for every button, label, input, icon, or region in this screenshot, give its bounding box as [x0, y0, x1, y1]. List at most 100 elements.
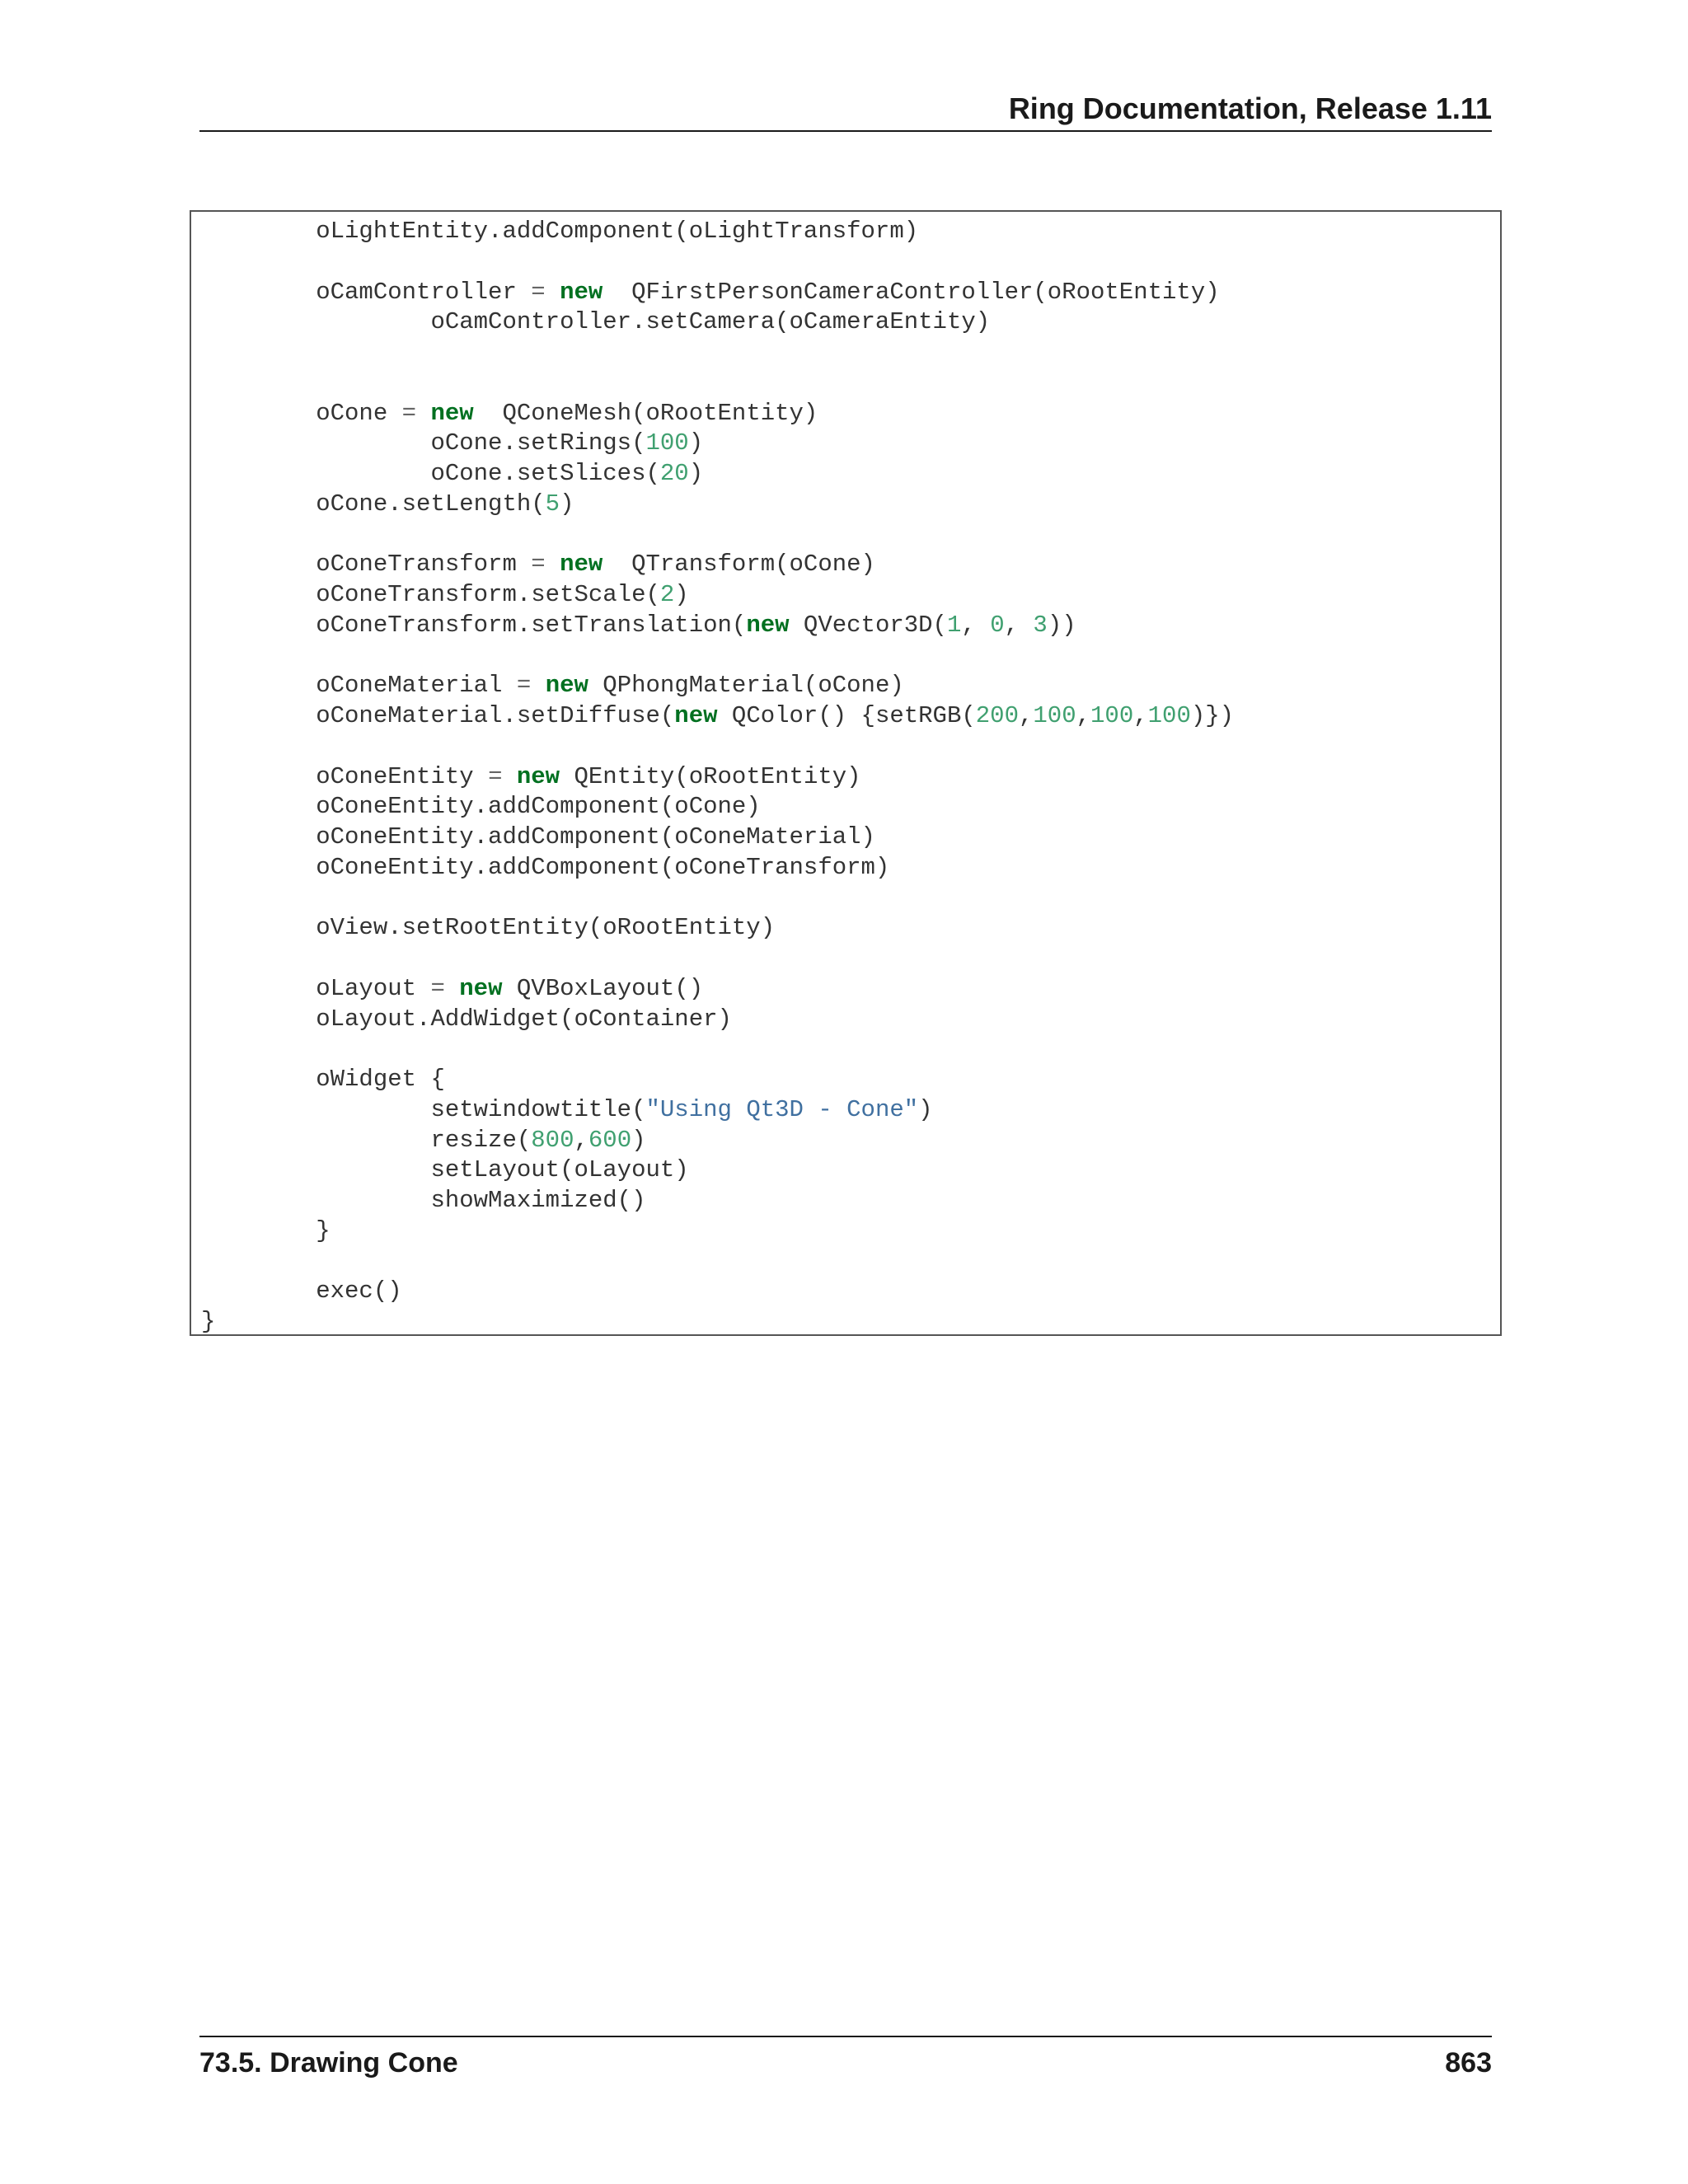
code-token: )}) [1190, 702, 1235, 729]
code-line: setLayout(oLayout) [201, 1155, 1234, 1186]
code-line: oCone.setLength(5) [201, 490, 1234, 520]
code-token: QColor() {setRGB( [717, 702, 976, 729]
code-line: oLayout = new QVBoxLayout() [201, 974, 1234, 1005]
code-line: oConeEntity.addComponent(oConeMaterial) [201, 823, 1234, 853]
code-token: = [430, 974, 445, 1002]
code-token: , [574, 1126, 588, 1154]
code-line: oConeTransform = new QTransform(oCone) [201, 550, 1234, 580]
code-token: QVBoxLayout() [502, 974, 704, 1002]
code-token: , [1004, 611, 1034, 639]
code-token: = [488, 762, 503, 790]
code-token: oConeEntity [201, 762, 489, 790]
code-token: oConeTransform [201, 551, 532, 579]
code-number: 200 [975, 702, 1019, 729]
code-keyword: new [545, 672, 588, 700]
code-keyword: new [516, 762, 560, 790]
code-token: oLayout [201, 974, 431, 1002]
code-token: resize( [201, 1126, 532, 1154]
code-token: exec() [201, 1277, 402, 1305]
code-number: 100 [645, 429, 689, 457]
code-token: QFirstPersonCameraController(oRootEntity… [603, 278, 1220, 306]
code-token: )) [1047, 611, 1076, 639]
code-number: 100 [1147, 702, 1191, 729]
code-line: oView.setRootEntity(oRootEntity) [201, 913, 1234, 944]
code-number: 20 [659, 460, 689, 487]
page-number: 863 [1445, 2047, 1492, 2079]
code-number: 1 [946, 611, 962, 639]
code-token: oConeEntity.addComponent(oCone) [201, 793, 761, 821]
code-token: QTransform(oCone) [603, 551, 875, 579]
code-token: oCone [201, 399, 402, 427]
code-token: oCone.setRings( [201, 429, 646, 457]
code-token: QConeMesh(oRootEntity) [473, 399, 818, 427]
code-token: , [961, 611, 991, 639]
code-keyword: new [459, 974, 503, 1002]
code-line: exec() [201, 1277, 1234, 1307]
code-number: 3 [1033, 611, 1048, 639]
code-number: 2 [659, 581, 675, 608]
code-line: resize(800,600) [201, 1126, 1234, 1156]
code-token: oLightEntity.addComponent(oLightTransfor… [201, 218, 919, 245]
code-token: ) [631, 1126, 646, 1154]
code-number: 5 [545, 490, 560, 518]
code-line: } [201, 1307, 1234, 1335]
code-string: "Using Qt3D - Cone" [645, 1095, 919, 1123]
code-token: setLayout(oLayout) [201, 1156, 689, 1184]
code-token: } [201, 1308, 216, 1335]
code-token: oConeEntity.addComponent(oConeTransform) [201, 853, 890, 881]
code-token: ) [674, 581, 689, 608]
code-token: QVector3D( [789, 611, 947, 639]
code-number: 100 [1090, 702, 1134, 729]
page-header: Ring Documentation, Release 1.11 [199, 89, 1492, 132]
code-token: oConeMaterial [201, 672, 517, 700]
code-line: showMaximized() [201, 1186, 1234, 1216]
code-token: ) [918, 1095, 933, 1123]
code-token: , [1133, 702, 1148, 729]
code-token: ) [688, 429, 704, 457]
code-token: , [1019, 702, 1034, 729]
code-line: oConeEntity.addComponent(oConeTransform) [201, 853, 1234, 883]
code-token: oCamController [201, 278, 532, 306]
code-token: QPhongMaterial(oCone) [588, 672, 904, 700]
code-token: oCone.setSlices( [201, 460, 660, 487]
code-block: oLightEntity.addComponent(oLightTransfor… [190, 210, 1502, 1336]
code-line: oConeEntity.addComponent(oCone) [201, 792, 1234, 823]
code-line: oWidget { [201, 1065, 1234, 1095]
code-token: = [401, 399, 417, 427]
code-keyword: new [560, 551, 603, 579]
code-listing: oLightEntity.addComponent(oLightTransfor… [201, 217, 1235, 1335]
code-number: 800 [531, 1126, 574, 1154]
document-title: Ring Documentation, Release 1.11 [1008, 91, 1492, 125]
code-keyword: new [430, 399, 474, 427]
code-line: } [201, 1216, 1234, 1247]
code-token: setwindowtitle( [201, 1095, 646, 1123]
code-line: oConeEntity = new QEntity(oRootEntity) [201, 762, 1234, 793]
code-line: oLayout.AddWidget(oContainer) [201, 1005, 1234, 1035]
code-keyword: new [560, 278, 603, 306]
code-token: = [531, 278, 546, 306]
code-number: 0 [990, 611, 1005, 639]
code-number: 600 [588, 1126, 632, 1154]
code-line: oLightEntity.addComponent(oLightTransfor… [201, 217, 1234, 247]
code-token: } [201, 1216, 331, 1244]
code-line: oCone.setRings(100) [201, 429, 1234, 459]
code-token: oConeTransform.setTranslation( [201, 611, 747, 639]
code-number: 100 [1033, 702, 1076, 729]
code-keyword: new [746, 611, 790, 639]
code-line: oConeTransform.setScale(2) [201, 580, 1234, 611]
code-line: oConeMaterial = new QPhongMaterial(oCone… [201, 671, 1234, 701]
code-token: oConeTransform.setScale( [201, 581, 660, 608]
